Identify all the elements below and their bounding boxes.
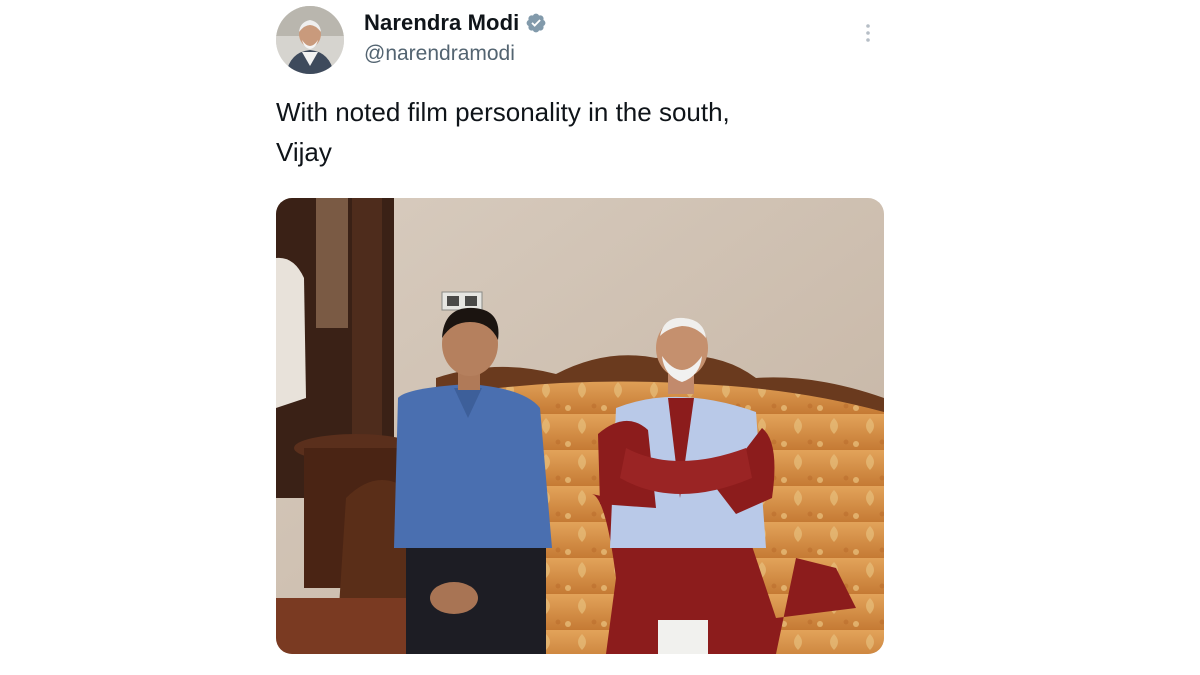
more-options-icon[interactable] — [858, 18, 878, 48]
verified-badge-icon — [525, 12, 547, 34]
tweet-photo[interactable] — [276, 198, 884, 654]
tweet-text: With noted film personality in the south… — [276, 97, 730, 167]
author-display-name[interactable]: Narendra Modi — [364, 10, 519, 36]
tweet: Narendra Modi @narendramodi With noted f… — [276, 4, 884, 664]
avatar[interactable] — [276, 6, 344, 74]
author-handle[interactable]: @narendramodi — [364, 42, 515, 66]
author-name-row[interactable]: Narendra Modi — [364, 10, 547, 36]
